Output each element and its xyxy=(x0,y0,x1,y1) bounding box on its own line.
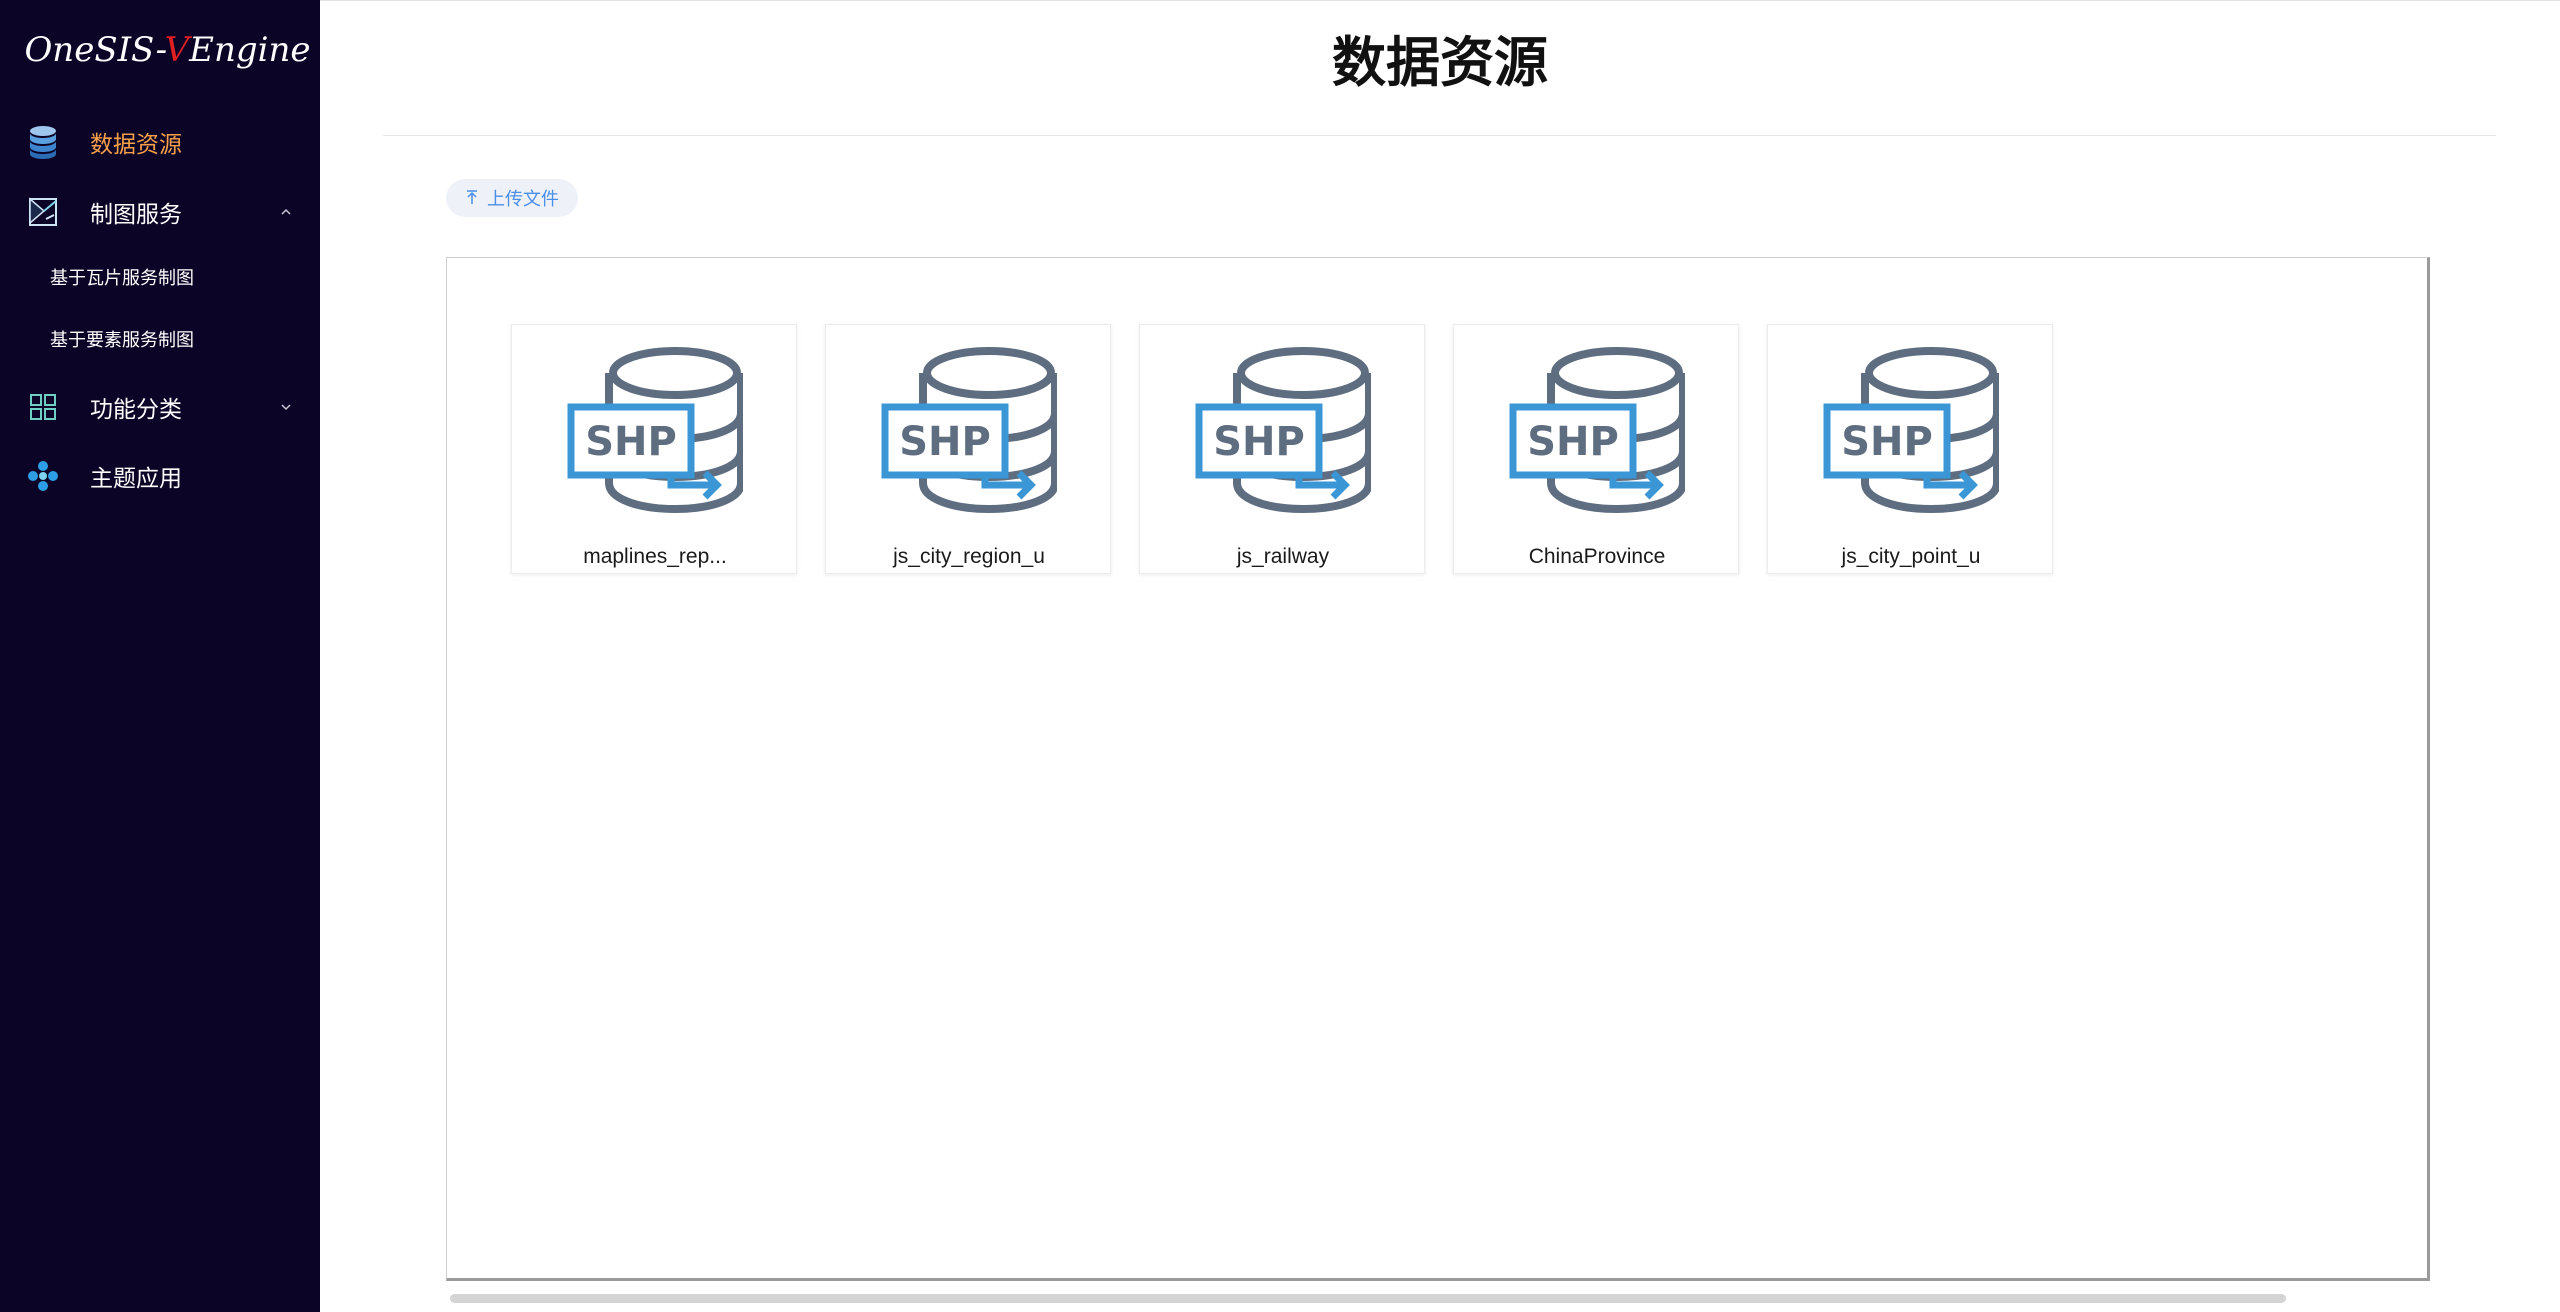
shp-database-icon: SHP xyxy=(1509,347,1685,513)
grid-icon xyxy=(26,390,60,424)
shp-database-icon: SHP xyxy=(1195,347,1371,513)
sidebar-item-function-category[interactable]: 功能分类 xyxy=(0,377,320,437)
chevron-up-icon xyxy=(281,208,291,215)
file-name: maplines_rep... xyxy=(583,545,727,568)
chevron-down-icon xyxy=(281,404,291,411)
file-name: js_city_region_u xyxy=(893,545,1045,568)
app-logo: OneSIS-VEngine xyxy=(24,30,311,70)
upload-file-button[interactable]: 上传文件 xyxy=(446,179,578,217)
sidebar: OneSIS-VEngine 数据资源 制图服务 基于瓦片服务制图 基于要素服务… xyxy=(0,0,320,1312)
svg-text:SHP: SHP xyxy=(1213,419,1305,465)
file-card[interactable]: SHP js_railway xyxy=(1139,324,1425,574)
shp-database-icon: SHP xyxy=(1823,347,1999,513)
map-chart-icon xyxy=(26,195,60,229)
sidebar-item-data-resources[interactable]: 数据资源 xyxy=(0,112,320,172)
file-card[interactable]: SHP js_city_region_u xyxy=(825,324,1111,574)
svg-text:SHP: SHP xyxy=(899,419,991,465)
sidebar-item-mapping-service[interactable]: 制图服务 xyxy=(0,182,320,242)
title-divider xyxy=(383,135,2496,136)
sidebar-subitem-label: 基于要素服务制图 xyxy=(50,330,194,350)
shp-database-icon: SHP xyxy=(881,347,1057,513)
upload-icon xyxy=(467,190,477,204)
cluster-icon xyxy=(26,459,60,493)
sidebar-item-label: 功能分类 xyxy=(90,396,182,422)
file-card[interactable]: SHP maplines_rep... xyxy=(511,324,797,574)
database-icon xyxy=(26,125,60,159)
svg-text:SHP: SHP xyxy=(1527,419,1619,465)
svg-text:SHP: SHP xyxy=(1841,419,1933,465)
top-border xyxy=(320,0,2560,1)
sidebar-subitem-tile-mapping[interactable]: 基于瓦片服务制图 xyxy=(0,249,320,305)
file-name: js_city_point_u xyxy=(1841,545,1981,568)
file-card[interactable]: SHP ChinaProvince xyxy=(1453,324,1739,574)
sidebar-subitem-label: 基于瓦片服务制图 xyxy=(50,268,194,288)
file-card[interactable]: SHP js_city_point_u xyxy=(1767,324,2053,574)
shp-database-icon: SHP xyxy=(567,347,743,513)
sidebar-subitem-feature-mapping[interactable]: 基于要素服务制图 xyxy=(0,311,320,367)
file-panel: SHP maplines_rep... SHP js_city_region_u… xyxy=(446,257,2430,1281)
file-name: js_railway xyxy=(1236,545,1330,568)
sidebar-item-label: 数据资源 xyxy=(90,131,182,157)
sidebar-item-label: 制图服务 xyxy=(90,201,182,227)
upload-file-label: 上传文件 xyxy=(487,189,559,209)
svg-text:SHP: SHP xyxy=(585,419,677,465)
horizontal-scrollbar[interactable] xyxy=(450,1294,2286,1303)
sidebar-item-label: 主题应用 xyxy=(90,465,182,491)
sidebar-item-theme-apps[interactable]: 主题应用 xyxy=(0,446,320,506)
page-title: 数据资源 xyxy=(1332,31,1548,94)
file-name: ChinaProvince xyxy=(1528,545,1666,568)
